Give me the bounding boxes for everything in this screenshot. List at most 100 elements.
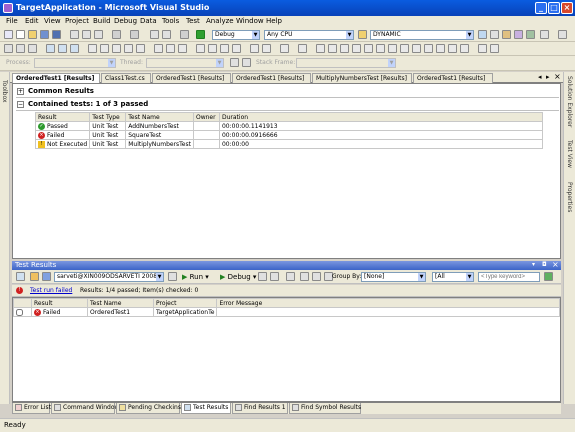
properties-side-tab[interactable]: Properties xyxy=(566,182,573,212)
center-horizontal-icon[interactable] xyxy=(316,44,325,53)
toggle-flag-icon[interactable] xyxy=(230,58,239,67)
tab-scroll-left-icon[interactable]: ◂ xyxy=(538,73,542,81)
columns-filter-select[interactable]: [All Columns]▼ xyxy=(432,272,474,282)
common-results-section[interactable]: + Common Results xyxy=(17,87,94,95)
increase-space-icon[interactable] xyxy=(448,44,457,53)
test-list-icon[interactable] xyxy=(46,44,55,53)
open-file-icon[interactable] xyxy=(28,30,37,39)
column-error-message[interactable]: Error Message xyxy=(216,298,560,308)
run-tests-icon[interactable] xyxy=(58,44,67,53)
column-test-name[interactable]: Test Name xyxy=(87,298,154,308)
new-project-icon[interactable] xyxy=(4,30,13,39)
test-run-icon[interactable] xyxy=(42,272,51,281)
group-by-select[interactable]: [None] ▼ xyxy=(361,272,426,282)
comment-icon[interactable] xyxy=(112,44,121,53)
auto-hide-pin-icon[interactable]: ◘ xyxy=(542,261,547,268)
size-icon[interactable] xyxy=(208,44,217,53)
vspace-icon[interactable] xyxy=(412,44,421,53)
menu-debug[interactable]: Debug xyxy=(114,17,137,25)
step-icon[interactable] xyxy=(180,30,189,39)
solution-explorer-side-tab[interactable]: Solution Explorer xyxy=(566,76,573,127)
toolbar-options-icon[interactable] xyxy=(540,30,549,39)
debug-tests-icon[interactable] xyxy=(70,44,79,53)
step-over-icon[interactable] xyxy=(16,44,25,53)
menu-project[interactable]: Project xyxy=(65,17,89,25)
format-icon[interactable] xyxy=(298,44,307,53)
process-select[interactable]: ▼ xyxy=(34,58,116,68)
menu-test[interactable]: Test xyxy=(186,17,200,25)
tab-find-symbol-results[interactable]: Find Symbol Results xyxy=(289,403,361,414)
solution-platform-select[interactable]: Any CPU ▼ xyxy=(264,30,354,40)
undo-icon[interactable] xyxy=(112,30,121,39)
tab-orderedtest1-results-3[interactable]: OrderedTest1 [Results] xyxy=(232,73,311,83)
solution-explorer-icon[interactable] xyxy=(478,30,487,39)
menu-build[interactable]: Build xyxy=(93,17,111,25)
start-page-icon[interactable] xyxy=(526,30,535,39)
paste-icon[interactable] xyxy=(94,30,103,39)
equal-space-icon[interactable] xyxy=(424,44,433,53)
indent-icon[interactable] xyxy=(88,44,97,53)
close-document-icon[interactable]: × xyxy=(554,72,561,81)
spacing-icon[interactable] xyxy=(220,44,229,53)
save-icon[interactable] xyxy=(40,30,49,39)
navigate-forward-icon[interactable] xyxy=(162,30,171,39)
tab-pending-checkins[interactable]: Pending Checkins xyxy=(116,403,181,414)
apply-filter-icon[interactable] xyxy=(544,272,553,281)
run-button[interactable]: ▶ Run ▾ xyxy=(182,273,209,281)
menu-window[interactable]: Window xyxy=(236,17,264,25)
expand-icon[interactable]: + xyxy=(17,87,24,95)
menu-tools[interactable]: Tools xyxy=(162,17,179,25)
bookmark-icon[interactable] xyxy=(136,44,145,53)
menu-view[interactable]: View xyxy=(44,17,61,25)
center-vertical-icon[interactable] xyxy=(328,44,337,53)
table-row[interactable]: ! Not Executed Unit Test MultiplyNumbersT… xyxy=(34,139,544,149)
step-out-icon[interactable] xyxy=(28,44,37,53)
outdent-icon[interactable] xyxy=(100,44,109,53)
menu-edit[interactable]: Edit xyxy=(25,17,39,25)
stack-frame-select[interactable]: ▼ xyxy=(296,58,396,68)
layout-icon[interactable] xyxy=(196,44,205,53)
close-pane-icon[interactable]: × xyxy=(552,260,559,269)
publish-icon[interactable] xyxy=(300,272,309,281)
close-button[interactable]: × xyxy=(561,2,573,14)
align-center-icon[interactable] xyxy=(166,44,175,53)
column-select[interactable] xyxy=(13,298,32,308)
tab-orderedtest1-results-1[interactable]: OrderedTest1 [Results] xyxy=(12,73,100,83)
tab-orderedtest1-results-4[interactable]: OrderedTest1 [Results] xyxy=(413,73,493,83)
same-size-icon[interactable] xyxy=(388,44,397,53)
tab-order-icon[interactable] xyxy=(280,44,289,53)
lock-icon[interactable] xyxy=(262,44,271,53)
contained-tests-section[interactable]: − Contained tests: 1 of 3 passed xyxy=(17,100,148,108)
save-all-icon[interactable] xyxy=(52,30,61,39)
copy-icon[interactable] xyxy=(82,30,91,39)
minimize-button[interactable]: _ xyxy=(535,2,547,14)
align-left-icon[interactable] xyxy=(154,44,163,53)
find-in-files-icon[interactable] xyxy=(358,30,367,39)
table-row[interactable]: ✓ Passed Unit Test AddNumbersTest 00:00:0… xyxy=(34,121,544,131)
run-details-icon[interactable] xyxy=(30,272,39,281)
keyword-filter-input[interactable] xyxy=(478,272,540,282)
window-position-icon[interactable]: ▾ xyxy=(532,261,535,268)
tab-class1test[interactable]: Class1Test.cs xyxy=(101,73,151,83)
import-results-icon[interactable] xyxy=(168,272,177,281)
navigate-back-icon[interactable] xyxy=(150,30,159,39)
solution-configuration-select[interactable]: Debug ▼ xyxy=(212,30,260,40)
column-test-name[interactable]: Test Name xyxy=(125,112,194,122)
thread-select[interactable]: ▼ xyxy=(146,58,224,68)
tab-find-results-1[interactable]: Find Results 1 xyxy=(232,403,288,414)
column-test-type[interactable]: Test Type xyxy=(89,112,127,122)
menu-help[interactable]: Help xyxy=(266,17,282,25)
tab-orderedtest1-results-2[interactable]: OrderedTest1 [Results] xyxy=(152,73,231,83)
menu-data[interactable]: Data xyxy=(140,17,157,25)
menu-file[interactable]: File xyxy=(6,17,18,25)
more-options-icon[interactable] xyxy=(558,30,567,39)
same-width-icon[interactable] xyxy=(364,44,373,53)
export-results-icon[interactable] xyxy=(286,272,295,281)
tab-error-list[interactable]: Error List xyxy=(12,403,51,414)
column-owner[interactable]: Owner xyxy=(192,112,220,122)
collapse-icon[interactable]: − xyxy=(17,100,24,108)
align-right-icon[interactable] xyxy=(178,44,187,53)
hspace-icon[interactable] xyxy=(400,44,409,53)
bring-front-icon[interactable] xyxy=(340,44,349,53)
test-view-side-tab[interactable]: Test View xyxy=(566,140,573,168)
